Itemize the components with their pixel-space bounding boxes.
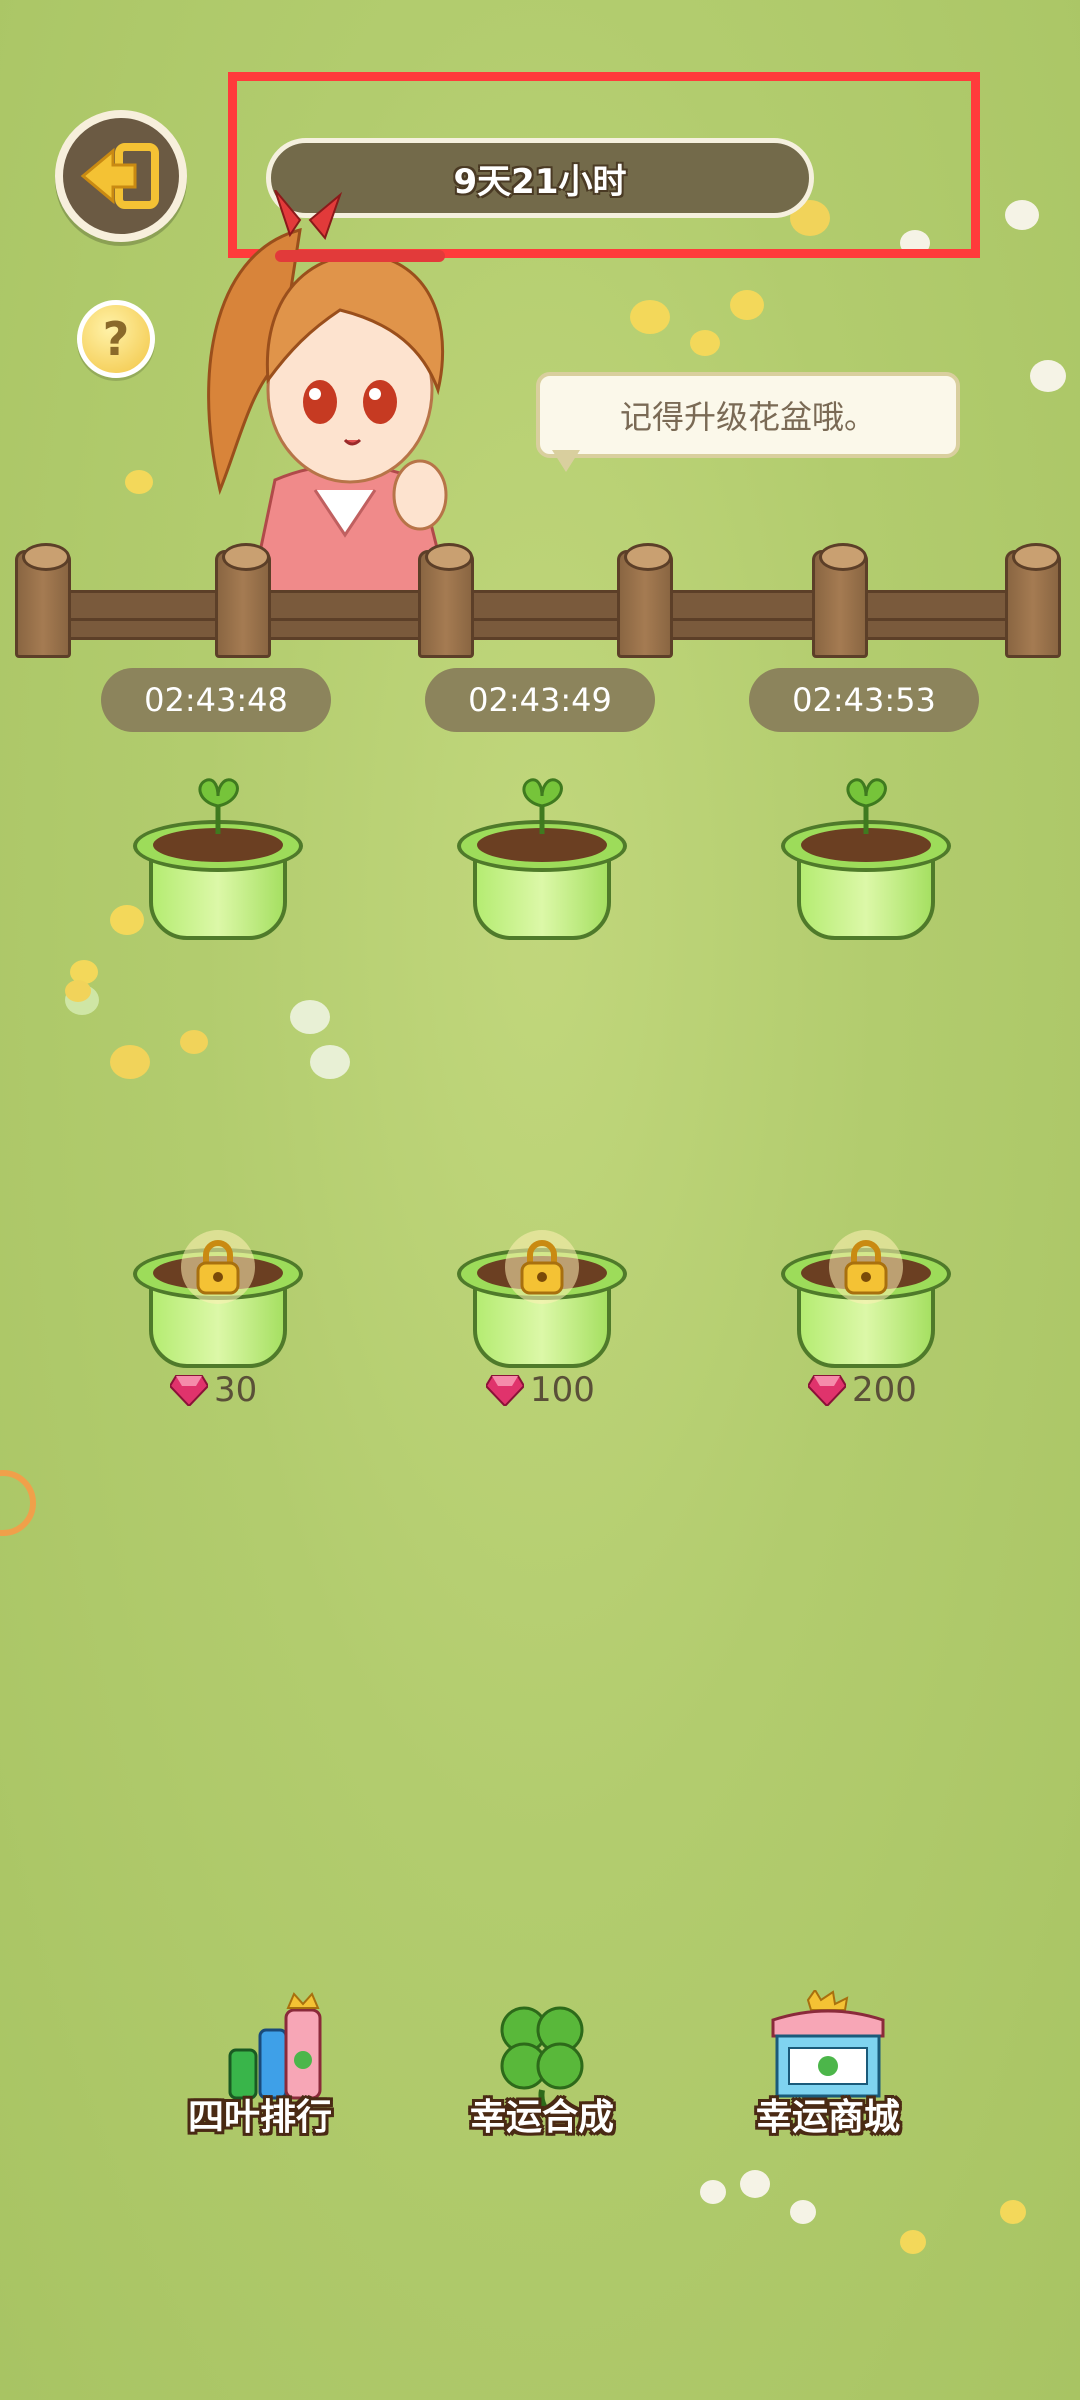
gem-icon: [170, 1375, 208, 1406]
planted-pot-3[interactable]: [781, 778, 951, 940]
side-swirl-icon[interactable]: [0, 1470, 36, 1536]
help-icon: ?: [102, 312, 130, 366]
speech-bubble: 记得升级花盆哦。: [536, 372, 960, 458]
pot-2-timer: 02:43:49: [425, 668, 655, 732]
back-button[interactable]: [55, 110, 187, 242]
game-screen: { "header": { "event_countdown": "9天21小时…: [0, 0, 1080, 2400]
pot-timer-text: 02:43:49: [468, 681, 612, 719]
leaderboard-button[interactable]: 四叶排行: [150, 1990, 370, 2140]
leaderboard-label: 四叶排行: [187, 2097, 332, 2138]
planted-pot-2[interactable]: [457, 778, 627, 940]
pot-timer-text: 02:43:48: [144, 681, 288, 719]
sprout-icon: [198, 778, 239, 834]
lock-icon: [505, 1230, 579, 1304]
sprout-icon: [846, 778, 887, 834]
price-text: 100: [530, 1370, 595, 1410]
lock-icon: [829, 1230, 903, 1304]
pot-3-timer: 02:43:53: [749, 668, 979, 732]
sprout-icon: [522, 778, 563, 834]
unlock-price-1: 30: [170, 1366, 257, 1414]
back-icon: [80, 143, 159, 209]
locked-pot-3[interactable]: [781, 1218, 951, 1368]
pot-timer-text: 02:43:53: [792, 681, 936, 719]
unlock-price-3: 200: [808, 1366, 917, 1414]
speech-text: 记得升级花盆哦。: [619, 398, 876, 436]
gem-icon: [486, 1375, 524, 1406]
gem-icon: [808, 1375, 846, 1406]
character-illustration: [180, 189, 510, 602]
price-text: 30: [214, 1370, 258, 1410]
lucky-shop-button[interactable]: 幸运商城: [718, 1990, 938, 2140]
unlock-price-2: 100: [486, 1366, 595, 1414]
planted-pot-1[interactable]: [133, 778, 303, 940]
lock-icon: [181, 1230, 255, 1304]
speech-bubble-tail: [552, 450, 580, 472]
help-button[interactable]: ?: [77, 300, 155, 378]
lucky-synthesis-label: 幸运合成: [469, 2097, 614, 2138]
lucky-synthesis-button[interactable]: 幸运合成: [432, 1990, 652, 2140]
pot-1-timer: 02:43:48: [101, 668, 331, 732]
locked-pot-2[interactable]: [457, 1218, 627, 1368]
lucky-shop-label: 幸运商城: [755, 2097, 900, 2138]
ranking-icon: [228, 1992, 322, 2100]
price-text: 200: [852, 1370, 917, 1410]
locked-pot-1[interactable]: [133, 1218, 303, 1368]
